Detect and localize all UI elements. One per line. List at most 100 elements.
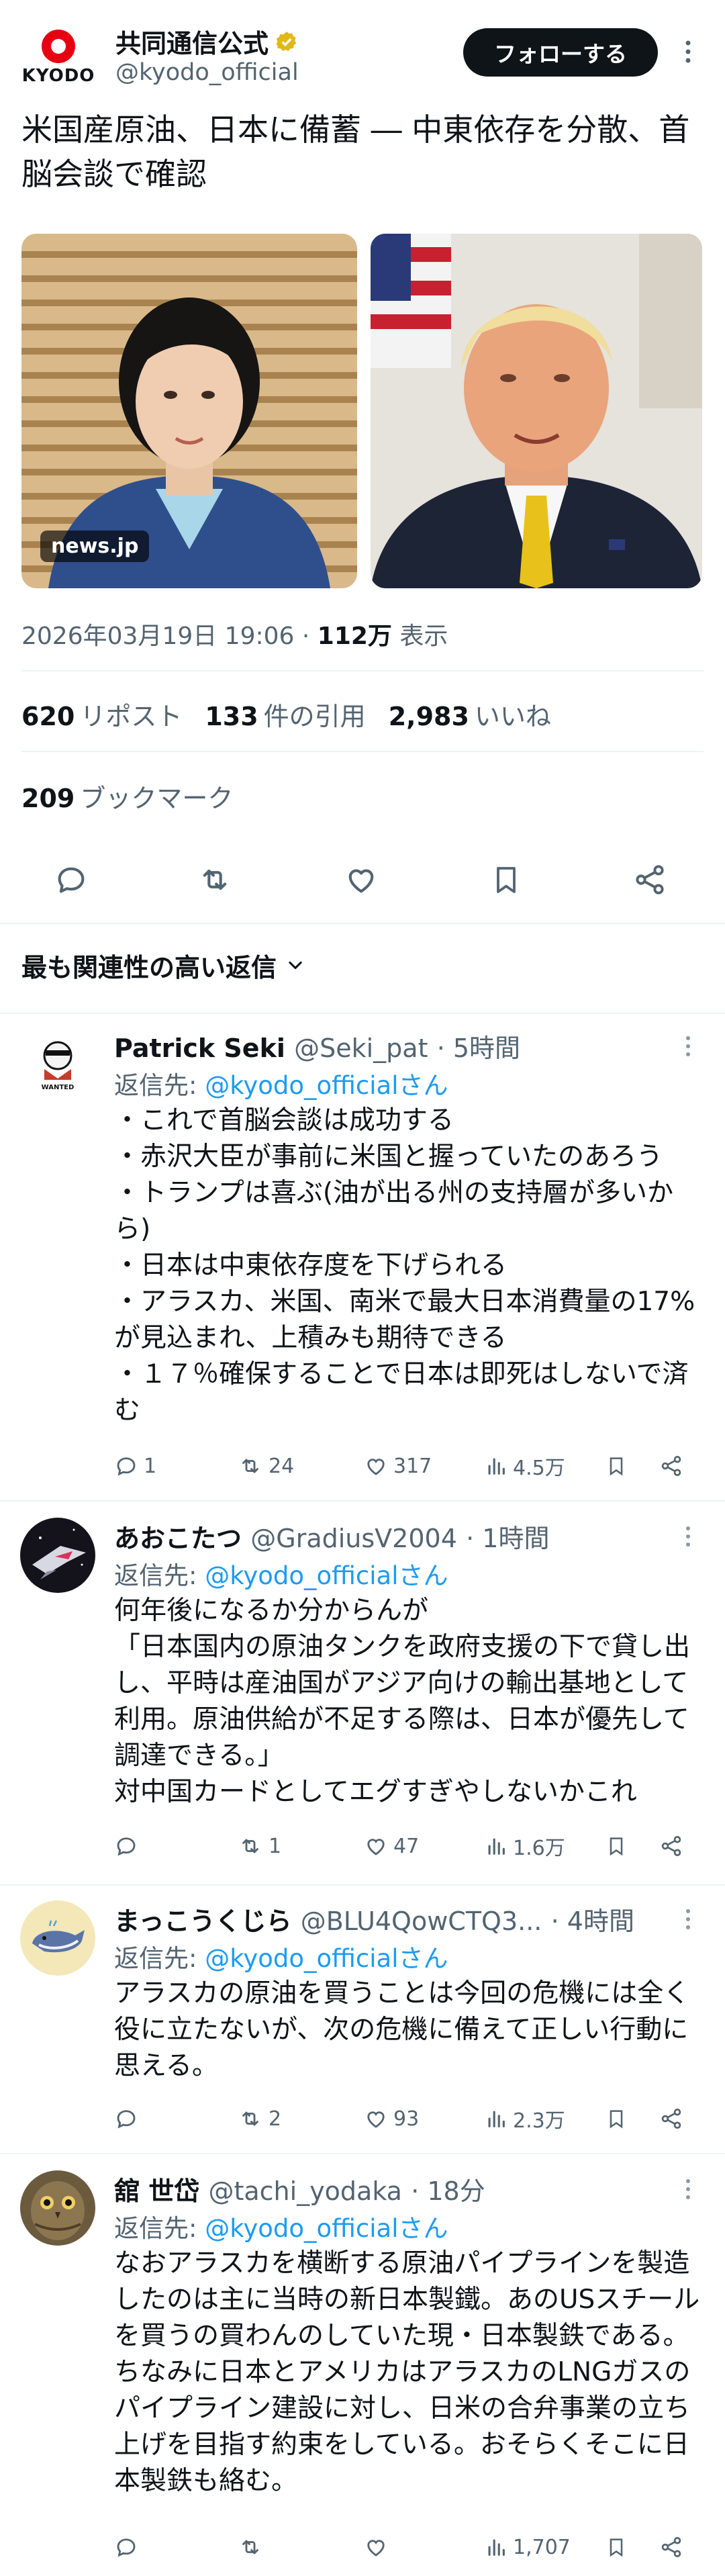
- like-icon: [367, 2111, 385, 2128]
- like-count[interactable]: 47: [364, 1829, 419, 1863]
- divider: [0, 1884, 725, 1886]
- reply-count[interactable]: [114, 2102, 144, 2135]
- post-actions: [0, 853, 725, 907]
- reply-item[interactable]: 舘 世岱 @tachi_yodaka · 18分 返信先: @kyodo_off…: [0, 2170, 725, 2573]
- reply-icon[interactable]: [51, 860, 91, 900]
- account-handle[interactable]: @kyodo_official: [115, 59, 299, 86]
- reply-icon: [117, 2538, 136, 2557]
- bookmark-icon[interactable]: [606, 1449, 627, 1483]
- quotes-stat[interactable]: 133 件の引用: [205, 696, 365, 733]
- like-icon: [367, 2540, 385, 2557]
- post-meta: 2026年03月19日 19:06 · 112万 表示: [21, 623, 448, 650]
- reply-actions: 2 93 2.3万: [114, 2102, 705, 2135]
- share-icon[interactable]: [659, 2530, 683, 2564]
- photo-man[interactable]: [371, 234, 702, 588]
- reply-item[interactable]: あおこたつ @GradiusV2004 · 1時間 返信先: @kyodo_of…: [0, 1518, 725, 1880]
- repost-icon: [242, 2111, 258, 2126]
- reply-to-link[interactable]: @kyodo_officialさん: [205, 1944, 448, 1973]
- like-icon[interactable]: [341, 860, 381, 900]
- reply-actions: 1 24 317 4.5万: [114, 1449, 705, 1483]
- photo-woman[interactable]: news.jp: [21, 234, 357, 588]
- divider: [0, 1500, 725, 1502]
- kyodo-logo[interactable]: KYODO: [21, 30, 95, 90]
- avatar[interactable]: WANTED: [20, 1027, 95, 1103]
- account-name-text: 共同通信公式: [115, 29, 269, 58]
- repost-count[interactable]: 2: [238, 2102, 281, 2135]
- kyodo-logo-text: KYODO: [21, 66, 95, 86]
- post-views-label: 表示: [399, 623, 448, 650]
- account-name[interactable]: 共同通信公式: [115, 23, 298, 60]
- reply-item[interactable]: WANTED Patrick Seki @Seki_pat · 5時間 返信先:…: [0, 1027, 725, 1491]
- svg-text:WANTED: WANTED: [42, 1084, 75, 1091]
- reply-to-link[interactable]: @kyodo_officialさん: [205, 2214, 448, 2243]
- post-timestamp[interactable]: 2026年03月19日 19:06: [21, 623, 294, 650]
- divider: [21, 751, 704, 752]
- reply-author[interactable]: Patrick Seki @Seki_pat · 5時間: [114, 1027, 520, 1064]
- bookmark-icon[interactable]: [606, 2102, 627, 2135]
- reply-count[interactable]: [114, 2530, 144, 2564]
- reply-icon: [117, 1457, 136, 1476]
- more-options-icon[interactable]: [678, 1031, 698, 1061]
- repost-icon[interactable]: [195, 860, 235, 900]
- post-header: KYODO 共同通信公式 @kyodo_official フォローする: [0, 0, 725, 94]
- kyodo-logo-mark: [42, 30, 75, 63]
- avatar[interactable]: [20, 1900, 95, 1976]
- divider: [0, 1013, 725, 1014]
- more-options-icon[interactable]: [675, 35, 702, 68]
- post-text: 米国産原油、日本に備蓄 ― 中東依存を分散、首脳会談で確認: [21, 111, 690, 192]
- views-count[interactable]: 1,707: [485, 2530, 571, 2564]
- views-count[interactable]: 4.5万: [485, 1449, 565, 1483]
- avatar[interactable]: [20, 1518, 95, 1593]
- reply-text: アラスカの原油を買うことは今回の危機には全く役に立たないが、次の危機に備えて正し…: [114, 1978, 690, 2081]
- views-count[interactable]: 1.6万: [485, 1829, 565, 1863]
- views-icon: [488, 2539, 505, 2556]
- like-icon: [367, 1459, 385, 1475]
- reposts-stat[interactable]: 620 リポスト: [21, 696, 182, 733]
- reply-icon: [117, 2110, 136, 2129]
- divider: [0, 923, 725, 924]
- bookmark-icon[interactable]: [606, 1829, 627, 1863]
- avatar[interactable]: [20, 2170, 95, 2246]
- bookmark-icon[interactable]: [486, 860, 526, 900]
- reply-item[interactable]: まっこうくじら @BLU4QowCTQ3... · 4時間 返信先: @kyod…: [0, 1900, 725, 2156]
- reply-author[interactable]: まっこうくじら @BLU4QowCTQ3... · 4時間: [114, 1900, 634, 1937]
- reply-author[interactable]: あおこたつ @GradiusV2004 · 1時間: [114, 1518, 549, 1555]
- image-source-badge: news.jp: [40, 531, 150, 562]
- bookmarks-stat[interactable]: 209 ブックマーク: [21, 778, 233, 815]
- more-options-icon[interactable]: [678, 2174, 698, 2204]
- share-icon[interactable]: [630, 860, 670, 900]
- reply-to-line: 返信先: @kyodo_officialさん: [114, 1944, 448, 1973]
- reply-count[interactable]: 1: [114, 1449, 156, 1483]
- repost-count[interactable]: [238, 2530, 269, 2564]
- more-options-icon[interactable]: [678, 1522, 698, 1551]
- like-count[interactable]: [364, 2530, 393, 2564]
- like-count[interactable]: 93: [364, 2102, 419, 2135]
- reply-author[interactable]: 舘 世岱 @tachi_yodaka · 18分: [114, 2170, 485, 2207]
- repost-count[interactable]: 1: [238, 1829, 281, 1863]
- reply-actions: 1,707: [114, 2530, 705, 2564]
- likes-stat[interactable]: 2,983 いいね: [389, 696, 551, 733]
- reply-sort-selector[interactable]: 最も関連性の高い返信: [21, 947, 305, 984]
- reply-to-link[interactable]: @kyodo_officialさん: [205, 1071, 448, 1100]
- more-options-icon[interactable]: [678, 1904, 698, 1934]
- reply-text: ・これで首脳会談は成功する ・赤沢大臣が事前に米国と握っていたのあろう ・トラン…: [114, 1105, 695, 1426]
- post-stats: 620 リポスト 133 件の引用 2,983 いいね: [21, 696, 551, 733]
- reply-text: なおアラスカを横断する原油パイプラインを製造したのは主に当時の新日本製鐵。あのU…: [114, 2248, 700, 2496]
- reply-text: 何年後になるか分からんが 「日本国内の原油タンクを政府支援の下で貸し出し、平時は…: [114, 1596, 691, 1807]
- follow-button[interactable]: フォローする: [463, 28, 658, 77]
- like-icon: [367, 1839, 385, 1855]
- like-count[interactable]: 317: [364, 1449, 432, 1483]
- repost-count[interactable]: 24: [238, 1449, 294, 1483]
- repost-icon: [242, 1839, 258, 1853]
- share-icon[interactable]: [659, 1829, 683, 1863]
- reply-to-link[interactable]: @kyodo_officialさん: [205, 1561, 448, 1590]
- share-icon[interactable]: [659, 2102, 683, 2135]
- post-views-count: 112万: [317, 623, 392, 650]
- divider: [21, 670, 704, 672]
- reply-actions: 1 47 1.6万: [114, 1829, 705, 1863]
- bookmark-icon[interactable]: [606, 2530, 627, 2564]
- reply-count[interactable]: [114, 1829, 144, 1863]
- views-count[interactable]: 2.3万: [485, 2102, 565, 2135]
- share-icon[interactable]: [659, 1449, 683, 1483]
- divider: [0, 2153, 725, 2154]
